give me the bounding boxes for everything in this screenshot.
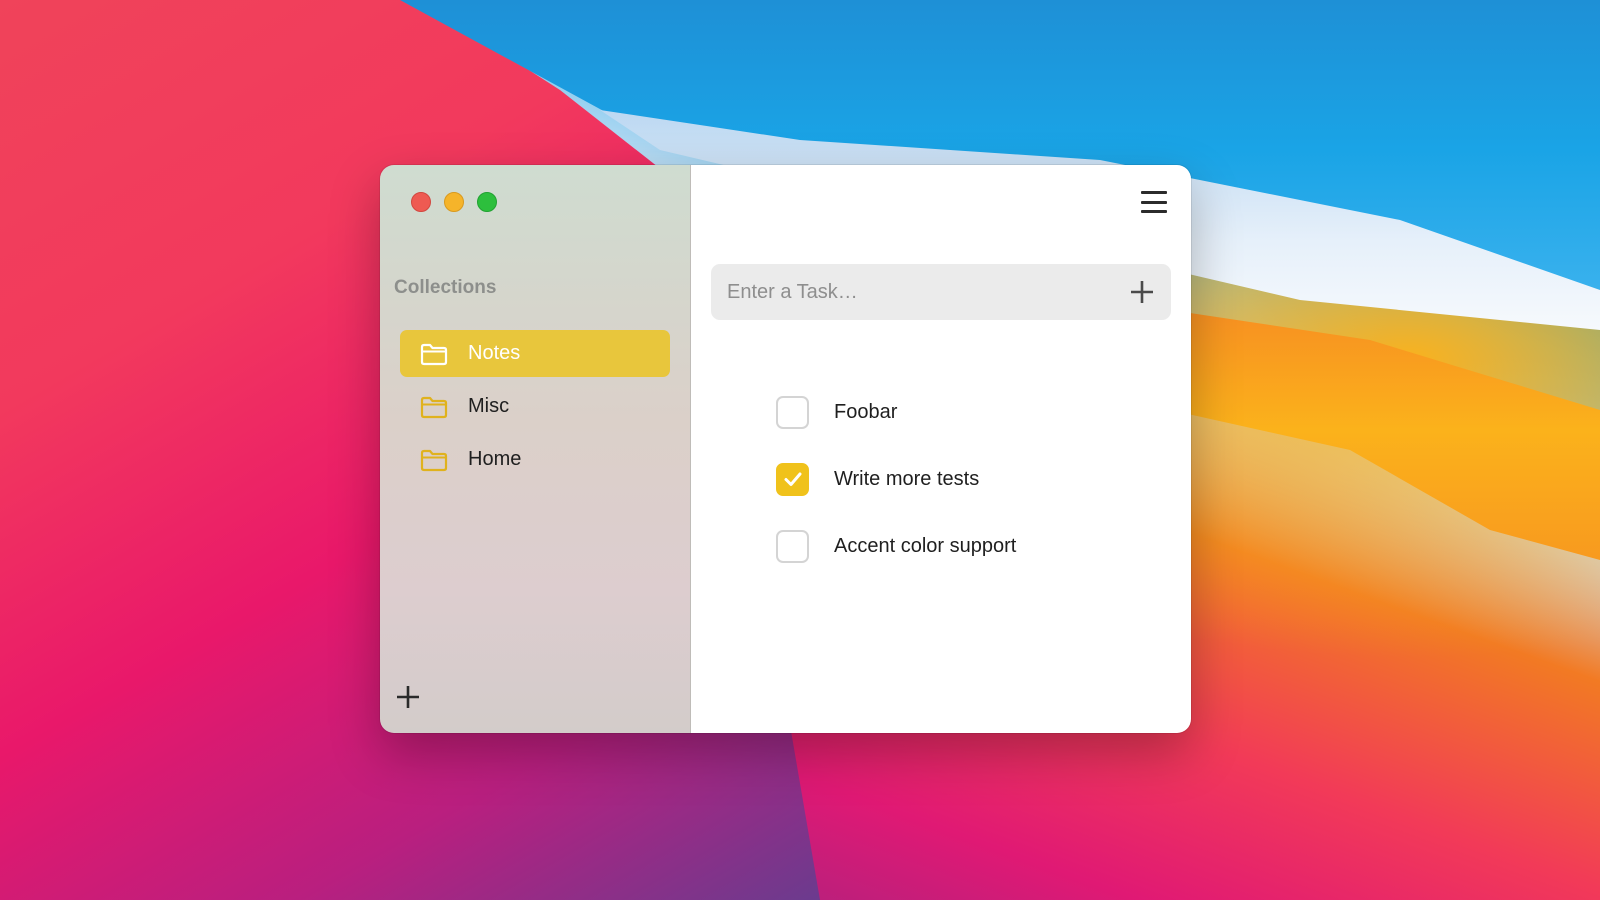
plus-icon (1131, 281, 1153, 303)
wallpaper-orange (1170, 310, 1600, 560)
hamburger-menu-icon (1141, 200, 1167, 204)
collection-label: Misc (468, 395, 510, 417)
task-list: Foobar Write more tests Accent color sup… (776, 367, 1016, 591)
app-window: Collections Notes Misc Home Enter a Task… (380, 165, 1191, 733)
collection-item-misc[interactable]: Misc (400, 383, 670, 430)
folder-icon (420, 449, 448, 471)
collection-label: Home (468, 448, 522, 470)
window-controls (411, 192, 497, 212)
collection-item-home[interactable]: Home (400, 436, 670, 483)
menu-button[interactable] (1141, 191, 1167, 213)
task-input-container (711, 264, 1171, 320)
sidebar: Collections Notes Misc Home (380, 165, 691, 733)
task-pane: Foobar Write more tests Accent color sup… (691, 165, 1191, 733)
collections-heading: Collections (394, 277, 497, 298)
collection-label: Notes (468, 342, 521, 364)
task-checkbox[interactable] (776, 529, 809, 563)
add-task-button[interactable] (1127, 277, 1157, 307)
checkmark-icon (784, 472, 801, 486)
zoom-window-button[interactable] (477, 192, 497, 212)
collections-list: Notes Misc Home (400, 330, 670, 489)
collection-item-notes[interactable]: Notes (400, 330, 670, 377)
task-label: Foobar (834, 400, 898, 423)
task-item: Accent color support (776, 501, 1016, 591)
hamburger-menu-icon (1141, 191, 1167, 194)
task-checkbox[interactable] (776, 395, 809, 429)
task-label: Write more tests (834, 467, 980, 490)
close-window-button[interactable] (411, 192, 431, 212)
minimize-window-button[interactable] (444, 192, 464, 212)
plus-icon (397, 686, 419, 708)
task-checkbox[interactable] (776, 462, 809, 496)
add-collection-button[interactable] (394, 683, 422, 711)
folder-icon (420, 396, 448, 418)
task-input[interactable] (711, 264, 1127, 320)
task-label: Accent color support (834, 534, 1017, 557)
hamburger-menu-icon (1141, 210, 1167, 213)
folder-icon (420, 343, 448, 365)
